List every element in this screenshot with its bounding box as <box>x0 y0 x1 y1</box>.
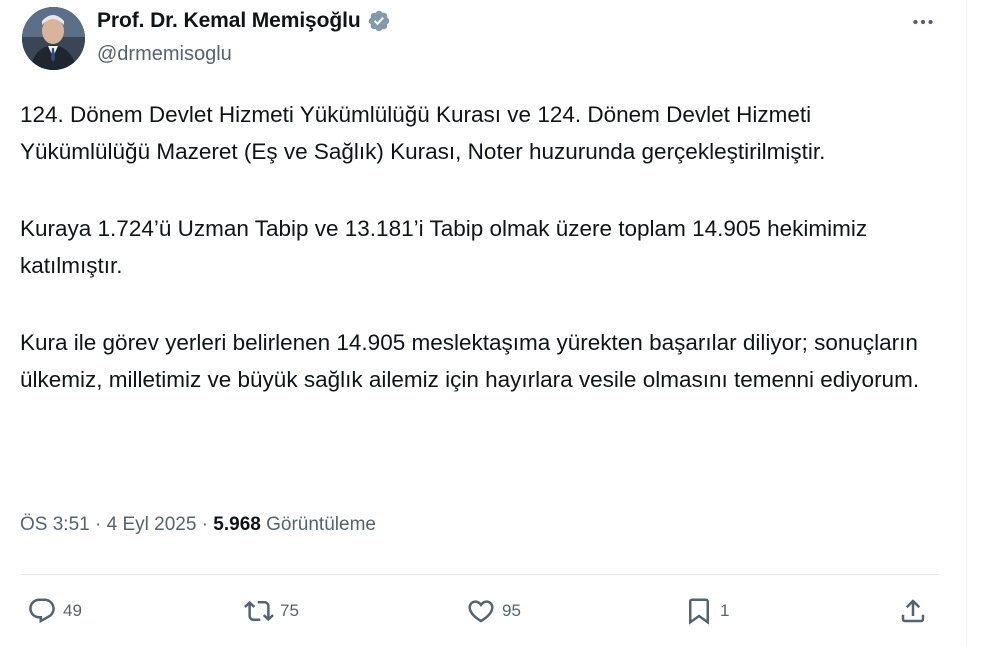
meta-separator: · <box>89 514 107 535</box>
like-button[interactable]: 95 <box>466 592 521 630</box>
views-label: Görüntüleme <box>266 514 376 535</box>
divider <box>20 574 940 575</box>
like-count: 95 <box>502 601 521 620</box>
tweet-paragraph: Kura ile görev yerleri belirlenen 14.905… <box>20 330 920 392</box>
meta-separator: · <box>196 514 214 535</box>
tweet-paragraph: 124. Dönem Devlet Hizmeti Yükümlülüğü Ku… <box>20 102 826 164</box>
tweet-paragraph: Kuraya 1.724’ü Uzman Tabip ve 13.181’i T… <box>20 216 868 278</box>
share-icon <box>901 599 925 623</box>
reply-button[interactable]: 49 <box>27 592 82 630</box>
bookmark-count: 1 <box>720 601 730 620</box>
retweet-icon <box>244 600 274 622</box>
author-handle[interactable]: @drmemisoglu <box>97 43 232 66</box>
author-name-row[interactable]: Prof. Dr. Kemal Memişoğlu <box>97 9 391 33</box>
tweet-text: 124. Dönem Devlet Hizmeti Yükümlülüğü Ku… <box>20 96 930 398</box>
avatar[interactable] <box>22 7 85 70</box>
share-button[interactable] <box>898 592 928 630</box>
tweet-meta: ÖS 3:51 · 4 Eyl 2025 · 5.968 Görüntüleme <box>20 514 376 536</box>
views-count[interactable]: 5.968 <box>213 514 261 535</box>
more-options-button[interactable] <box>903 2 943 42</box>
more-horizontal-icon <box>913 19 933 25</box>
retweet-count: 75 <box>280 601 299 620</box>
reply-count: 49 <box>63 601 82 620</box>
author-display-name[interactable]: Prof. Dr. Kemal Memişoğlu <box>97 9 361 33</box>
reply-icon <box>29 598 55 624</box>
tweet-date[interactable]: 4 Eyl 2025 <box>107 514 197 535</box>
bookmark-button[interactable]: 1 <box>684 592 729 630</box>
heart-icon <box>468 600 494 623</box>
verified-badge-icon <box>368 10 389 32</box>
tweet-time[interactable]: ÖS 3:51 <box>20 514 90 535</box>
avatar-photo <box>22 7 85 70</box>
column-border <box>966 0 967 646</box>
bookmark-icon <box>689 598 709 625</box>
retweet-button[interactable]: 75 <box>244 592 299 630</box>
